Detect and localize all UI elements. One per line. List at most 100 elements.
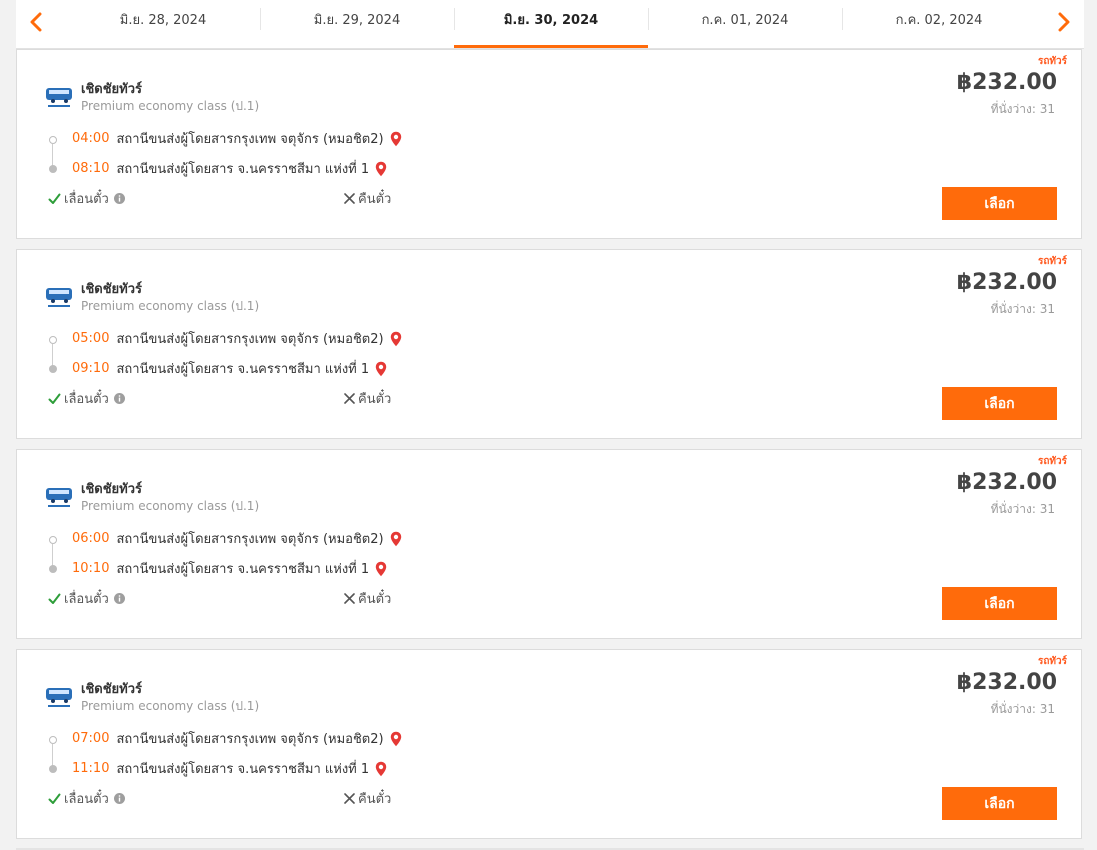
- refund-feature: คืนตั๋ว: [344, 188, 391, 209]
- operator-name: เชิดชัยทัวร์: [81, 282, 143, 297]
- select-trip-button[interactable]: เลือก: [942, 187, 1057, 220]
- departure-station: สถานีขนส่งผู้โดยสารกรุงเทพ จตุจักร (หมอช…: [116, 332, 384, 347]
- operator-logo-icon: [46, 288, 72, 307]
- date-tab-label: ก.ค. 02, 2024: [895, 12, 983, 28]
- refund-feature: คืนตั๋ว: [344, 588, 391, 609]
- trip-price: ฿232.00: [956, 670, 1057, 695]
- arrival-time: 10:10: [72, 561, 110, 576]
- refund-label: คืนตั๋ว: [358, 392, 392, 407]
- bus-type-tag: รถทัวร์: [1037, 656, 1067, 667]
- bus-class: Premium economy class (ป.1): [81, 299, 260, 313]
- info-icon[interactable]: [113, 793, 125, 804]
- cross-icon: [344, 193, 355, 204]
- date-tab-label: มิ.ย. 30, 2024: [503, 12, 599, 28]
- bus-class: Premium economy class (ป.1): [81, 699, 260, 713]
- arrival-stop: 11:10 สถานีขนส่งผู้โดยสาร จ.นครราชสีมา แ…: [72, 758, 387, 779]
- map-pin-icon[interactable]: [390, 531, 402, 547]
- arrival-station: สถานีขนส่งผู้โดยสาร จ.นครราชสีมา แห่งที่…: [116, 362, 370, 377]
- route-timeline: [49, 336, 57, 373]
- arrival-station: สถานีขนส่งผู้โดยสาร จ.นครราชสีมา แห่งที่…: [116, 762, 370, 777]
- map-pin-icon[interactable]: [390, 131, 402, 147]
- departure-station: สถานีขนส่งผู้โดยสารกรุงเทพ จตุจักร (หมอช…: [116, 732, 384, 747]
- reschedule-label: เลื่อนตั๋ว: [64, 192, 109, 207]
- date-navigation-bar: มิ.ย. 28, 2024 มิ.ย. 29, 2024 มิ.ย. 30, …: [16, 0, 1084, 49]
- checkmark-icon: [48, 793, 61, 804]
- date-tab[interactable]: มิ.ย. 29, 2024: [260, 0, 454, 48]
- operator-name: เชิดชัยทัวร์: [81, 82, 143, 97]
- trip-price: ฿232.00: [956, 470, 1057, 495]
- operator-logo-icon: [46, 88, 72, 107]
- date-tab[interactable]: ก.ค. 02, 2024: [842, 0, 1036, 48]
- departure-stop: 06:00 สถานีขนส่งผู้โดยสารกรุงเทพ จตุจักร…: [72, 528, 402, 549]
- seats-available: ที่นั่งว่าง: 31: [990, 702, 1055, 716]
- departure-time: 05:00: [72, 331, 110, 346]
- checkmark-icon: [48, 393, 61, 404]
- chevron-right-icon: [1058, 12, 1070, 32]
- arrival-stop: 09:10 สถานีขนส่งผู้โดยสาร จ.นครราชสีมา แ…: [72, 358, 387, 379]
- seats-available: ที่นั่งว่าง: 31: [990, 302, 1055, 316]
- refund-feature: คืนตั๋ว: [344, 388, 391, 409]
- departure-stop: 07:00 สถานีขนส่งผู้โดยสารกรุงเทพ จตุจักร…: [72, 728, 402, 749]
- bus-type-tag: รถทัวร์: [1037, 256, 1067, 267]
- refund-label: คืนตั๋ว: [358, 592, 392, 607]
- checkmark-icon: [48, 593, 61, 604]
- bus-search-results-page: มิ.ย. 28, 2024 มิ.ย. 29, 2024 มิ.ย. 30, …: [0, 0, 1097, 850]
- next-date-button[interactable]: [1044, 0, 1084, 44]
- operator-name: เชิดชัยทัวร์: [81, 482, 143, 497]
- bus-class: Premium economy class (ป.1): [81, 499, 260, 513]
- trip-price: ฿232.00: [956, 270, 1057, 295]
- info-icon[interactable]: [113, 193, 125, 204]
- route-timeline: [49, 736, 57, 773]
- cross-icon: [344, 793, 355, 804]
- map-pin-icon[interactable]: [390, 731, 402, 747]
- map-pin-icon[interactable]: [375, 161, 387, 177]
- reschedule-label: เลื่อนตั๋ว: [64, 792, 109, 807]
- info-icon[interactable]: [113, 593, 125, 604]
- reschedule-label: เลื่อนตั๋ว: [64, 592, 109, 607]
- departure-time: 07:00: [72, 731, 110, 746]
- trip-card: รถทัวร์ เชิดชัยทัวร์ Premium economy cla…: [16, 649, 1082, 839]
- reschedule-feature: เลื่อนตั๋ว: [48, 788, 125, 809]
- reschedule-feature: เลื่อนตั๋ว: [48, 388, 125, 409]
- select-trip-button[interactable]: เลือก: [942, 587, 1057, 620]
- previous-date-button[interactable]: [16, 0, 56, 44]
- operator-logo-icon: [46, 488, 72, 507]
- operator-logo-icon: [46, 688, 72, 707]
- map-pin-icon[interactable]: [375, 561, 387, 577]
- date-tab-label: ก.ค. 01, 2024: [701, 12, 789, 28]
- trip-card: รถทัวร์ เชิดชัยทัวร์ Premium economy cla…: [16, 49, 1082, 239]
- map-pin-icon[interactable]: [375, 361, 387, 377]
- date-tab-label: มิ.ย. 28, 2024: [119, 12, 207, 28]
- reschedule-label: เลื่อนตั๋ว: [64, 392, 109, 407]
- arrival-station: สถานีขนส่งผู้โดยสาร จ.นครราชสีมา แห่งที่…: [116, 562, 370, 577]
- bus-type-tag: รถทัวร์: [1037, 56, 1067, 67]
- arrival-stop: 08:10 สถานีขนส่งผู้โดยสาร จ.นครราชสีมา แ…: [72, 158, 387, 179]
- date-tab[interactable]: ก.ค. 01, 2024: [648, 0, 842, 48]
- operator-name: เชิดชัยทัวร์: [81, 682, 143, 697]
- departure-stop: 04:00 สถานีขนส่งผู้โดยสารกรุงเทพ จตุจักร…: [72, 128, 402, 149]
- checkmark-icon: [48, 193, 61, 204]
- departure-station: สถานีขนส่งผู้โดยสารกรุงเทพ จตุจักร (หมอช…: [116, 132, 384, 147]
- select-trip-button[interactable]: เลือก: [942, 787, 1057, 820]
- refund-feature: คืนตั๋ว: [344, 788, 391, 809]
- arrival-time: 09:10: [72, 361, 110, 376]
- map-pin-icon[interactable]: [390, 331, 402, 347]
- route-timeline: [49, 136, 57, 173]
- trip-card: รถทัวร์ เชิดชัยทัวร์ Premium economy cla…: [16, 449, 1082, 639]
- info-icon[interactable]: [113, 393, 125, 404]
- bus-class: Premium economy class (ป.1): [81, 99, 260, 113]
- select-trip-button[interactable]: เลือก: [942, 387, 1057, 420]
- reschedule-feature: เลื่อนตั๋ว: [48, 188, 125, 209]
- arrival-stop: 10:10 สถานีขนส่งผู้โดยสาร จ.นครราชสีมา แ…: [72, 558, 387, 579]
- date-tabs: มิ.ย. 28, 2024 มิ.ย. 29, 2024 มิ.ย. 30, …: [66, 0, 1036, 48]
- cross-icon: [344, 393, 355, 404]
- map-pin-icon[interactable]: [375, 761, 387, 777]
- bus-type-tag: รถทัวร์: [1037, 456, 1067, 467]
- cross-icon: [344, 593, 355, 604]
- refund-label: คืนตั๋ว: [358, 192, 392, 207]
- date-tab-selected[interactable]: มิ.ย. 30, 2024: [454, 0, 648, 48]
- departure-time: 06:00: [72, 531, 110, 546]
- date-tab[interactable]: มิ.ย. 28, 2024: [66, 0, 260, 48]
- arrival-station: สถานีขนส่งผู้โดยสาร จ.นครราชสีมา แห่งที่…: [116, 162, 370, 177]
- departure-stop: 05:00 สถานีขนส่งผู้โดยสารกรุงเทพ จตุจักร…: [72, 328, 402, 349]
